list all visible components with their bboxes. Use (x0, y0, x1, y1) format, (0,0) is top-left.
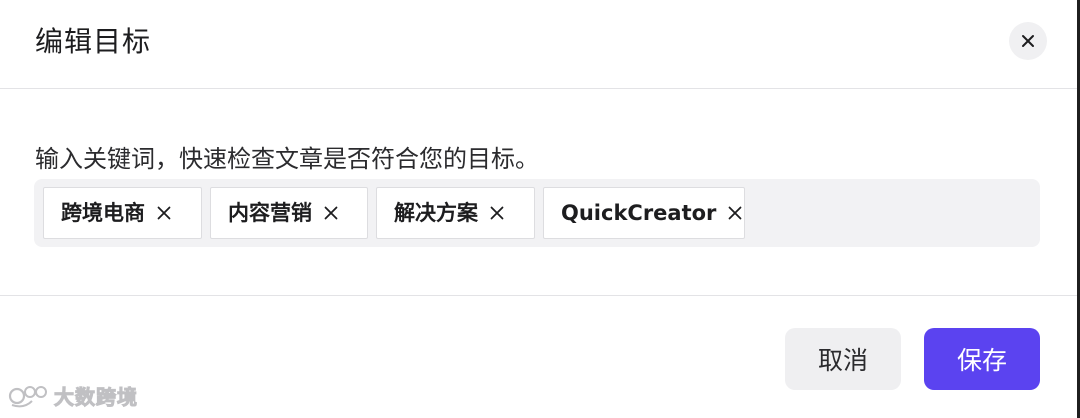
tag-label: 跨境电商 (61, 201, 145, 225)
dialog-body: 输入关键词，快速检查文章是否符合您的目标。 跨境电商 内容营销 解决方案 Qui… (0, 89, 1077, 296)
dialog-header: 编辑目标 (0, 0, 1077, 89)
tag-cross-border-ecommerce: 跨境电商 (43, 187, 202, 239)
tag-remove-icon[interactable] (155, 204, 173, 222)
tag-remove-icon[interactable] (726, 204, 744, 222)
watermark-logo-icon (8, 385, 47, 407)
dialog-footer: 取消 保存 (0, 296, 1077, 418)
save-button[interactable]: 保存 (924, 328, 1040, 390)
keyword-tag-input[interactable]: 跨境电商 内容营销 解决方案 QuickCreator (34, 179, 1040, 247)
tag-remove-icon[interactable] (488, 204, 506, 222)
close-button[interactable] (1009, 22, 1047, 60)
dialog-title: 编辑目标 (35, 25, 152, 58)
tag-quickcreator: QuickCreator (543, 187, 745, 239)
tag-remove-icon[interactable] (322, 204, 340, 222)
watermark-text: 大数跨境 (54, 385, 138, 410)
tag-solutions: 解决方案 (376, 187, 535, 239)
tag-label: QuickCreator (561, 201, 717, 225)
close-icon (1022, 35, 1034, 47)
keyword-hint: 输入关键词，快速检查文章是否符合您的目标。 (35, 145, 539, 173)
edit-goal-dialog: 编辑目标 输入关键词，快速检查文章是否符合您的目标。 跨境电商 内容营销 解决方… (0, 0, 1080, 418)
tag-label: 内容营销 (228, 201, 312, 225)
tag-label: 解决方案 (394, 201, 478, 225)
cancel-button[interactable]: 取消 (785, 328, 901, 390)
watermark: 大数跨境 (8, 381, 138, 410)
tag-content-marketing: 内容营销 (210, 187, 368, 239)
